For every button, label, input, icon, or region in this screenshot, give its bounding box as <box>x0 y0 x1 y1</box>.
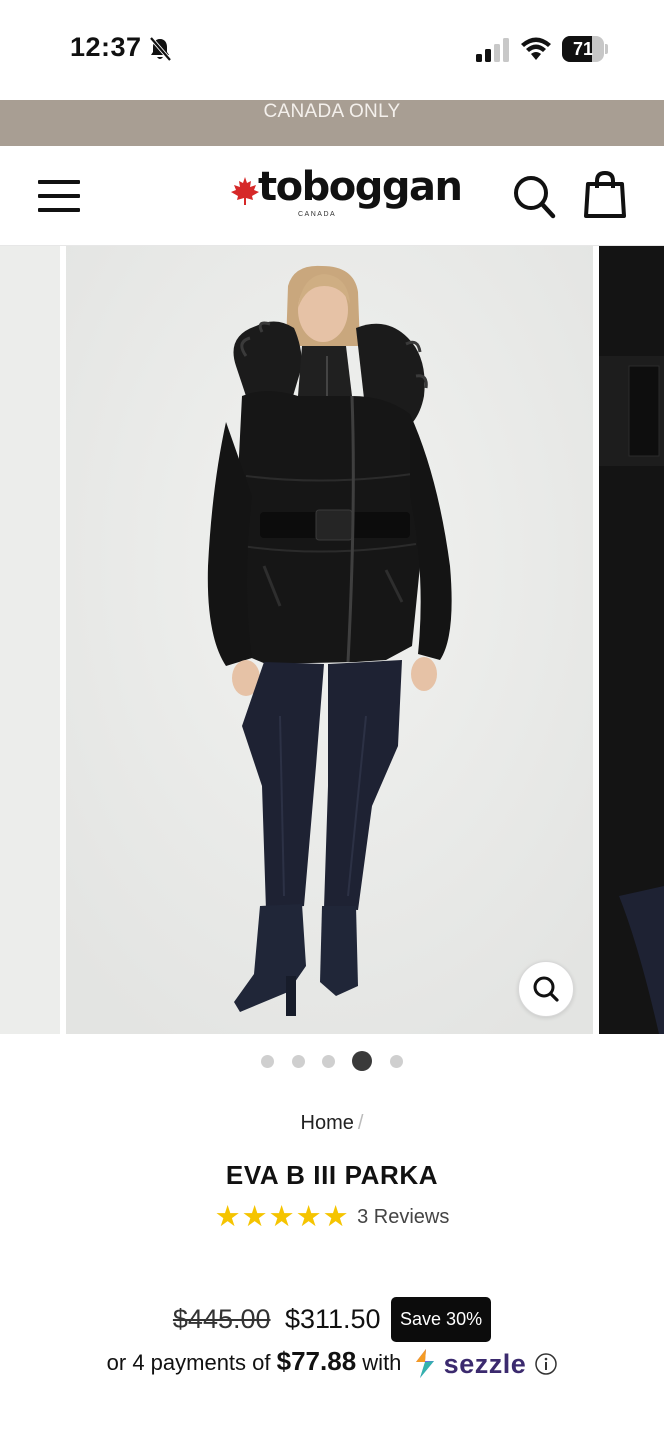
logo-wordmark: toboggan <box>258 164 463 210</box>
original-price: $445.00 <box>172 1304 271 1334</box>
product-gallery[interactable] <box>0 246 664 1034</box>
installment-amount: $77.88 <box>276 1346 357 1376</box>
breadcrumb: Home / <box>0 1112 664 1135</box>
hamburger-line <box>38 208 80 212</box>
carousel-dot-active[interactable] <box>352 1051 372 1071</box>
search-button[interactable] <box>512 174 556 220</box>
bell-muted-icon <box>149 36 172 62</box>
cart-button[interactable] <box>582 170 628 220</box>
hamburger-menu-icon <box>38 180 80 184</box>
gallery-slide-previous[interactable] <box>0 246 60 1034</box>
status-bar: 12:37 71 <box>0 0 664 100</box>
price-row: $445.00 $311.50 Save 30% <box>0 1297 664 1345</box>
product-rating: ★★★★★ 3 Reviews <box>0 1202 664 1234</box>
logo-subtext: CANADA <box>298 211 337 218</box>
promo-text: CANADA ONLY <box>263 101 401 122</box>
battery-indicator: 71 <box>562 36 608 62</box>
wifi-icon <box>521 37 551 60</box>
magnifier-icon <box>533 976 559 1002</box>
hamburger-line <box>38 194 80 198</box>
sale-price: $311.50 <box>284 1304 381 1334</box>
carousel-dot[interactable] <box>261 1055 274 1068</box>
battery-tip <box>605 44 608 54</box>
star-icon: ★ <box>295 1201 322 1233</box>
shopping-bag-icon <box>584 170 626 218</box>
product-photo-parka <box>66 246 593 1034</box>
carousel-dot[interactable] <box>292 1055 305 1068</box>
star-icon: ★ <box>322 1201 349 1233</box>
gallery-slide-current[interactable] <box>66 246 593 1034</box>
site-header: toboggan CANADA <box>0 146 664 246</box>
breadcrumb-separator: / <box>357 1112 364 1134</box>
installment-suffix: with <box>362 1350 402 1375</box>
rating-stars: ★★★★★ <box>215 1202 350 1232</box>
battery-body: 71 <box>562 36 604 62</box>
promo-banner: CANADA ONLY <box>0 100 664 146</box>
reviews-link[interactable]: 3 Reviews <box>357 1206 449 1229</box>
zoom-button[interactable] <box>518 961 574 1017</box>
cellular-signal-icon <box>476 38 509 62</box>
star-icon: ★ <box>214 1201 241 1233</box>
menu-button[interactable] <box>38 178 82 214</box>
info-icon[interactable] <box>535 1353 558 1375</box>
carousel-dot[interactable] <box>390 1055 403 1068</box>
breadcrumb-home-link[interactable]: Home <box>301 1112 354 1134</box>
gallery-slide-next[interactable] <box>599 246 664 1034</box>
sezzle-logo-icon <box>415 1349 434 1379</box>
carousel-dots <box>0 1048 664 1074</box>
toboggan-logo[interactable]: toboggan CANADA <box>228 164 463 230</box>
battery-percent: 71 <box>572 39 594 59</box>
star-icon: ★ <box>268 1201 295 1233</box>
status-time: 12:37 <box>70 32 142 62</box>
product-photo-detail <box>599 246 664 1034</box>
installment-prefix: or 4 payments of <box>106 1350 271 1375</box>
installment-offer: or 4 payments of $77.88 with sezzle <box>0 1346 664 1380</box>
save-badge: Save 30% <box>391 1297 492 1342</box>
product-title: EVA B III PARKA <box>225 1160 439 1190</box>
star-icon: ★ <box>241 1201 268 1233</box>
maple-leaf-icon <box>231 177 259 205</box>
carousel-dot[interactable] <box>322 1055 335 1068</box>
search-icon <box>514 176 556 219</box>
sezzle-wordmark: sezzle <box>443 1348 527 1379</box>
